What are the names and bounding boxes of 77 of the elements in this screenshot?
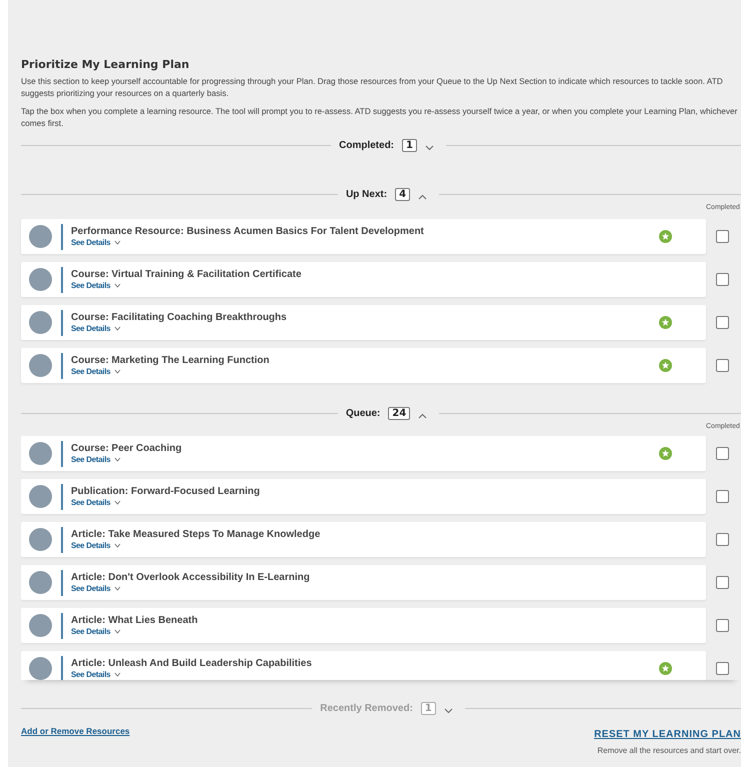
chevron-down-icon xyxy=(114,240,122,245)
chevron-down-icon xyxy=(114,369,122,374)
completed-checkbox[interactable] xyxy=(716,576,729,589)
resource-card[interactable]: Course: Facilitating Coaching Breakthroughs See Details xyxy=(21,305,706,340)
chevron-down-icon xyxy=(114,326,122,331)
thumbnail-placeholder xyxy=(29,528,52,551)
chevron-up-icon[interactable] xyxy=(418,194,428,200)
chevron-down-icon xyxy=(114,500,122,505)
completed-checkbox[interactable] xyxy=(716,316,729,329)
thumbnail-placeholder xyxy=(29,571,52,594)
resource-card[interactable]: Publication: Forward-Focused Learning See Details xyxy=(21,479,706,514)
page-title: Prioritize My Learning Plan xyxy=(21,58,190,71)
chevron-down-icon xyxy=(114,457,122,462)
completed-checkbox[interactable] xyxy=(716,619,729,632)
section-count: 24 xyxy=(388,406,410,420)
resource-card[interactable]: Performance Resource: Business Acumen Basics For Talent Development See Details xyxy=(21,219,706,254)
chevron-up-icon[interactable] xyxy=(418,412,428,418)
see-details-link[interactable]: See Details xyxy=(71,627,122,636)
section-count: 4 xyxy=(395,188,410,200)
thumbnail-placeholder xyxy=(29,311,52,334)
resource-title: Course: Facilitating Coaching Breakthroughs xyxy=(71,312,288,323)
completed-checkbox[interactable] xyxy=(716,662,729,675)
see-details-link[interactable]: See Details xyxy=(71,324,122,333)
resource-title: Article: Don't Overlook Accessibility In E-Learning xyxy=(71,572,311,583)
chevron-down-icon xyxy=(114,629,122,634)
thumbnail-placeholder xyxy=(29,657,52,680)
reset-learning-plan-link[interactable]: RESET MY LEARNING PLAN xyxy=(594,729,741,740)
see-details-link[interactable]: See Details xyxy=(71,541,122,550)
chevron-down-icon xyxy=(114,586,122,591)
resource-title: Article: Unleash And Build Leadership Capabilities xyxy=(71,658,313,669)
see-details-link[interactable]: See Details xyxy=(71,498,122,507)
resource-card[interactable]: Course: Marketing The Learning Function See Details xyxy=(21,348,706,383)
resource-title: Performance Resource: Business Acumen Basics For Talent Development xyxy=(71,226,425,237)
thumbnail-placeholder xyxy=(29,268,52,291)
resource-card[interactable]: Course: Virtual Training & Facilitation Certificate See Details xyxy=(21,262,706,297)
completed-checkbox[interactable] xyxy=(716,533,729,546)
resource-card[interactable]: Article: Unleash And Build Leadership Capabilities See Details xyxy=(21,651,706,680)
section-label: Completed: xyxy=(339,140,394,150)
resource-title: Article: What Lies Beneath xyxy=(71,615,199,626)
resource-card[interactable]: Article: Take Measured Steps To Manage Knowledge See Details xyxy=(21,522,706,557)
thumbnail-placeholder xyxy=(29,354,52,377)
chevron-down-icon xyxy=(114,543,122,548)
completed-checkbox[interactable] xyxy=(716,359,729,372)
section-label: Queue: xyxy=(346,408,380,418)
completed-checkbox[interactable] xyxy=(716,230,729,243)
thumbnail-placeholder xyxy=(29,442,52,465)
see-details-link[interactable]: See Details xyxy=(71,281,122,290)
resource-title: Article: Take Measured Steps To Manage Knowledge xyxy=(71,529,322,540)
section-count: 1 xyxy=(402,138,417,152)
instruction-text: Use this section to keep yourself accountable for progressing through your Plan. Drag those resources from your Queue to the Up Next Section to indicate which resources to tackle soon. ATD suggests prioritizing your resources on a quarterly basis. xyxy=(21,75,724,99)
see-details-link[interactable]: See Details xyxy=(71,455,122,464)
resource-title: Course: Peer Coaching xyxy=(71,443,183,454)
instruction-text: Tap the box when you complete a learning resource. The tool will prompt you to re-assess. ATD suggests you re-assess yourself twice a year, or when you complete your Learning Plan, whichever comes first. xyxy=(21,105,738,129)
see-details-link[interactable]: See Details xyxy=(71,584,122,593)
resource-card[interactable]: Course: Peer Coaching See Details xyxy=(21,436,706,471)
see-details-link[interactable]: See Details xyxy=(71,367,122,376)
completed-checkbox[interactable] xyxy=(716,490,729,503)
resource-title: Course: Virtual Training & Facilitation Certificate xyxy=(71,269,302,280)
chevron-down-icon xyxy=(114,672,122,677)
section-label: Recently Removed: xyxy=(320,702,413,714)
reset-note: Remove all the resources and start over. xyxy=(597,746,741,755)
thumbnail-placeholder xyxy=(29,225,52,248)
resource-title: Publication: Forward-Focused Learning xyxy=(71,486,261,497)
thumbnail-placeholder xyxy=(29,614,52,637)
resource-card[interactable]: Article: Don't Overlook Accessibility In E-Learning See Details xyxy=(21,565,706,600)
resource-title: Course: Marketing The Learning Function xyxy=(71,355,270,366)
completed-checkbox[interactable] xyxy=(716,273,729,286)
add-or-remove-resources-link[interactable]: Add or Remove Resources xyxy=(21,726,130,736)
see-details-link[interactable]: See Details xyxy=(71,670,122,679)
chevron-down-icon[interactable] xyxy=(424,144,434,150)
chevron-down-icon xyxy=(114,283,122,288)
see-details-link[interactable]: See Details xyxy=(71,238,122,247)
section-count: 1 xyxy=(420,702,436,714)
resource-card[interactable]: Article: What Lies Beneath See Details xyxy=(21,608,706,643)
section-label: Up Next: xyxy=(346,188,388,200)
thumbnail-placeholder xyxy=(29,485,52,508)
completed-checkbox[interactable] xyxy=(716,447,729,460)
